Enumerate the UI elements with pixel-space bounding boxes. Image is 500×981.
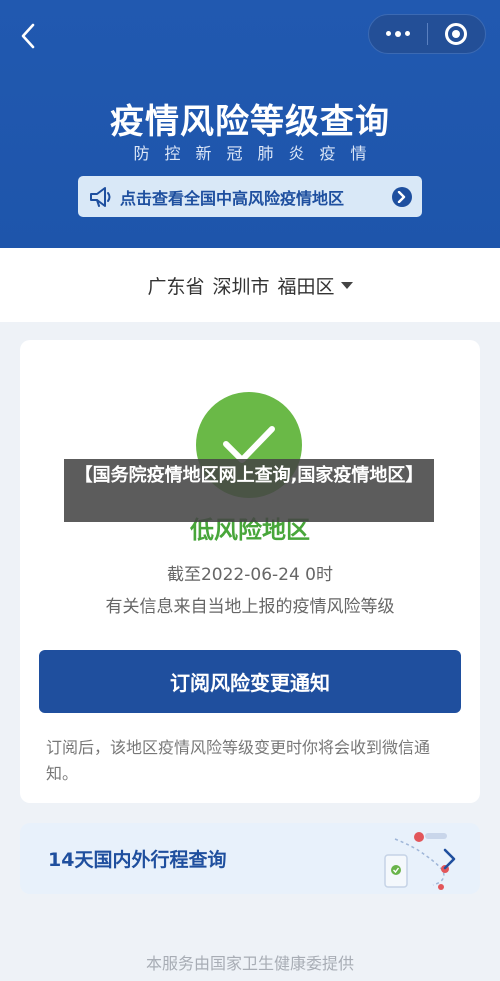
region-selector[interactable]: 广东省 深圳市 福田区 (0, 248, 500, 322)
subscribe-description: 订阅后，该地区疫情风险等级变更时你将会收到微信通知。 (46, 738, 431, 783)
risk-result-card: 低风险地区 截至2022-06-24 0时 有关信息来自当地上报的疫情风险等级 … (20, 340, 480, 803)
chevron-right-circle-icon (392, 186, 412, 207)
back-button[interactable] (14, 22, 42, 50)
chevron-right-icon (443, 848, 456, 870)
megaphone-icon (88, 184, 114, 210)
page-title: 疫情风险等级查询 (110, 102, 390, 142)
travel-history-entry[interactable]: 14天国内外行程查询 (20, 823, 480, 894)
footer-provider: 本服务由国家卫生健康委提供 (145, 954, 354, 973)
travel-history-label: 14天国内外行程查询 (48, 849, 227, 871)
high-risk-areas-banner[interactable]: 点击查看全国中高风险疫情地区 (78, 176, 422, 217)
region-city: 深圳市 (212, 275, 270, 298)
mini-program-capsule (368, 14, 486, 54)
close-button[interactable] (428, 15, 486, 53)
chevron-left-icon (21, 23, 35, 49)
page-subtitle: 防控新冠肺炎疫情 (133, 144, 382, 163)
header: 疫情风险等级查询 防控新冠肺炎疫情 点击查看全国中高风险疫情地区 (0, 0, 500, 248)
more-dots-icon (385, 31, 410, 37)
subscribe-button[interactable]: 订阅风险变更通知 (39, 650, 461, 713)
region-province: 广东省 (147, 275, 205, 298)
caret-down-icon (340, 281, 353, 289)
as-of-date: 截至2022-06-24 0时 (166, 565, 333, 585)
source-note: 有关信息来自当地上报的疫情风险等级 (105, 597, 395, 617)
banner-text: 点击查看全国中高风险疫情地区 (120, 188, 345, 208)
more-button[interactable] (369, 15, 427, 53)
overlay-caption: 【国务院疫情地区网上查询,国家疫情地区】 (64, 459, 434, 522)
target-close-icon (445, 23, 468, 45)
region-district: 福田区 (277, 275, 335, 298)
